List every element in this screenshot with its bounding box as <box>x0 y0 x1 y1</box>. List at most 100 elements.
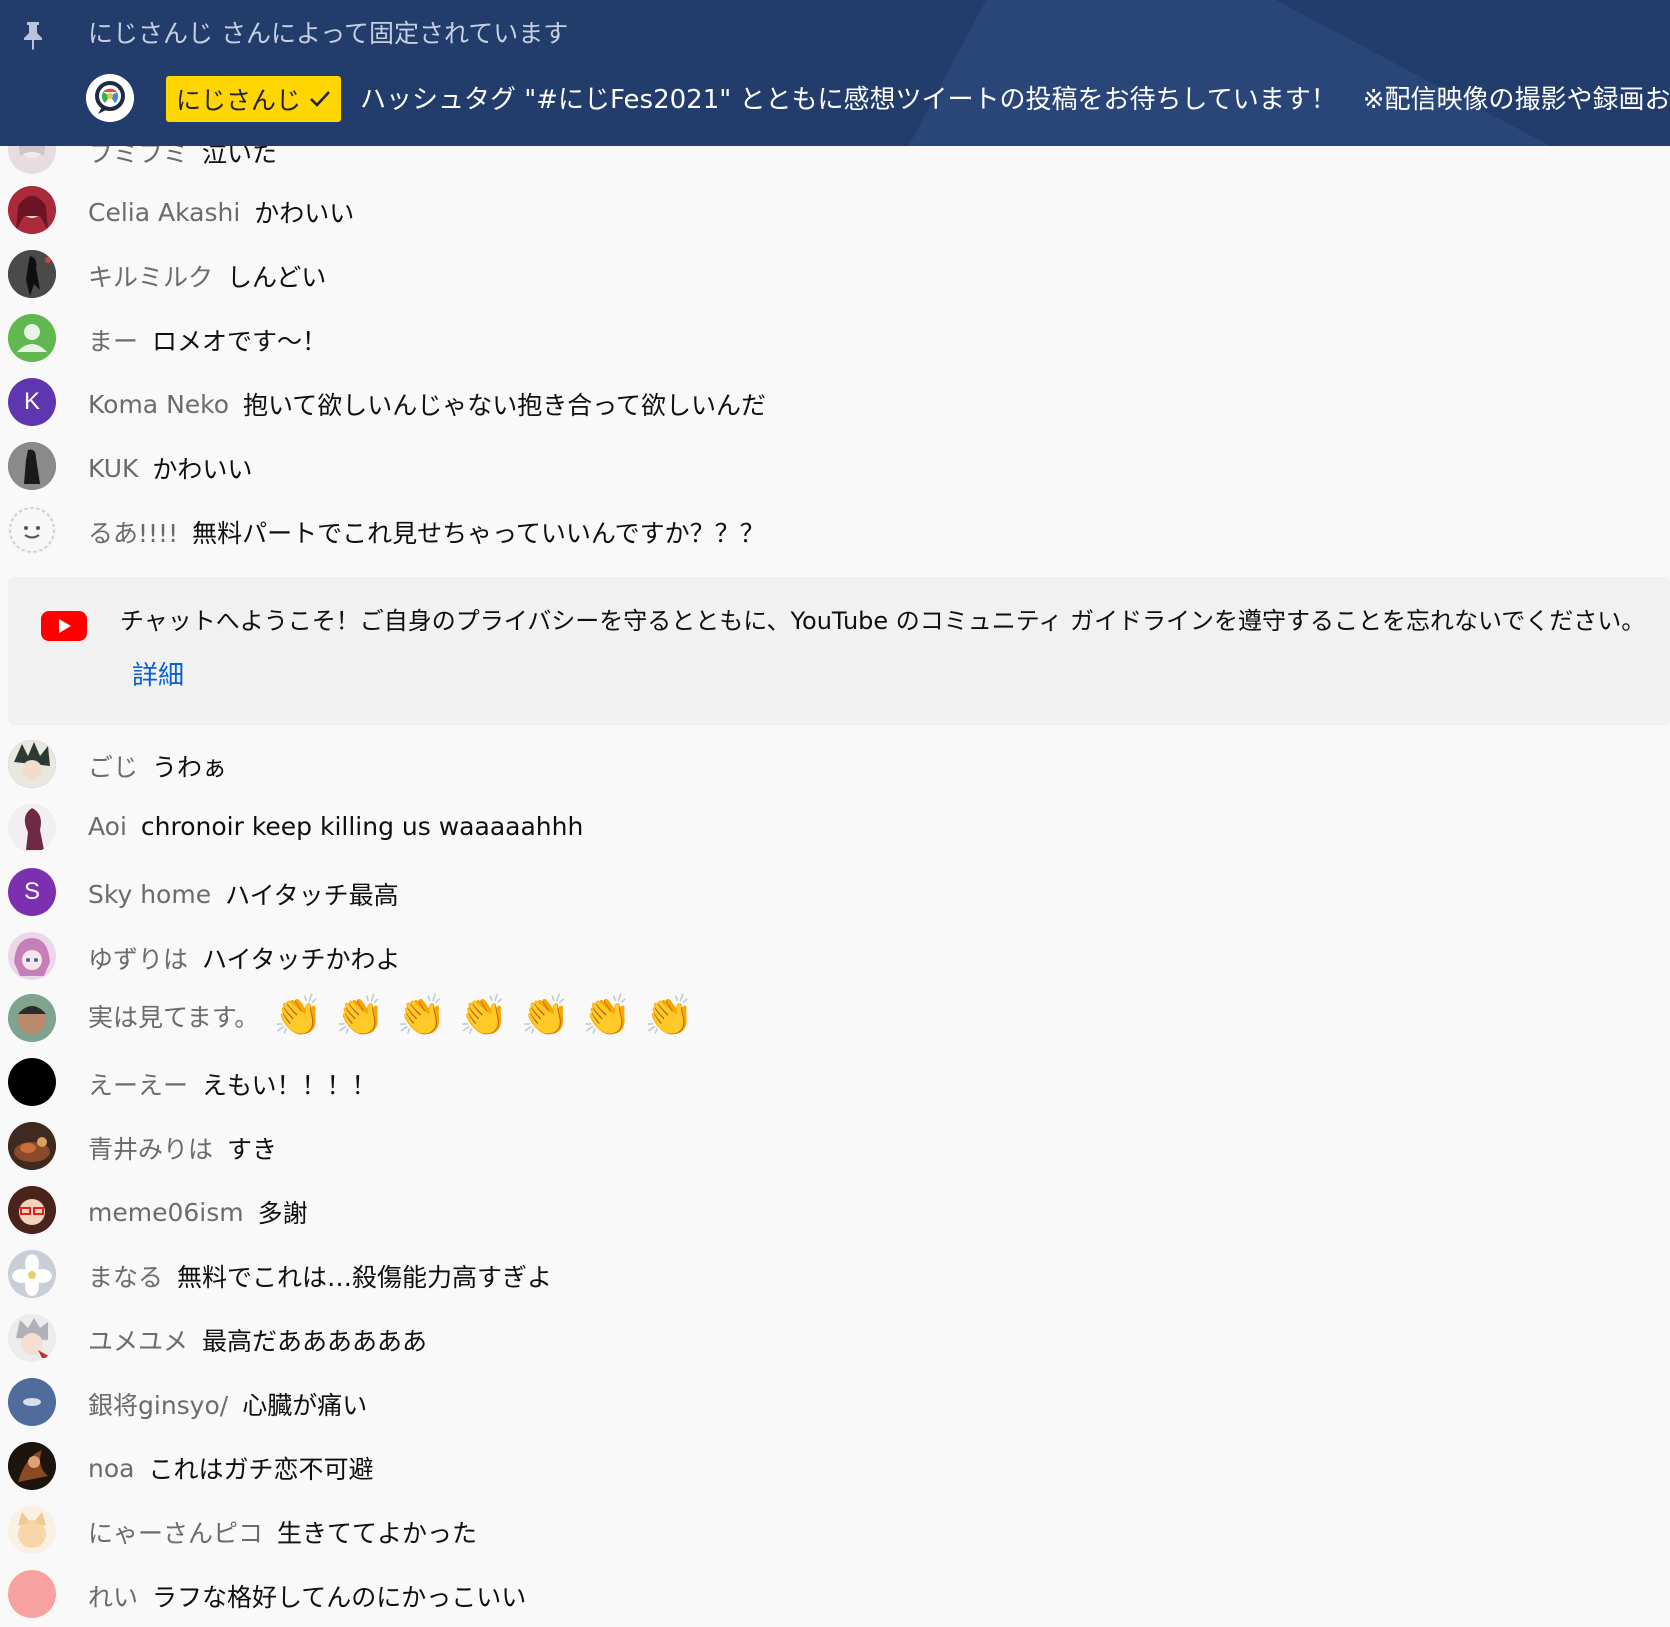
chat-message[interactable]: れい ラフな格好してんのにかっこいい <box>0 1566 1670 1622</box>
chat-message[interactable]: 銀将ginsyo/ 心臓が痛い <box>0 1374 1670 1430</box>
chat-author[interactable]: 銀将ginsyo/ <box>88 1386 228 1422</box>
welcome-text: チャットへようこそ！ご自身のプライバシーを守るとともに、YouTube のコミュ… <box>120 607 1646 635</box>
chat-message[interactable]: Aoi chronoir keep killing us waaaaahhh <box>0 800 1670 856</box>
avatar[interactable] <box>8 1058 56 1106</box>
chat-text: 無料パートでこれ見せちゃっていいんですか？？？ <box>192 519 765 548</box>
chat-author[interactable]: Celia Akashi <box>88 198 240 227</box>
chat-text: かわいい <box>152 455 253 484</box>
clapping-hands-emoji: 👏 <box>582 993 633 1039</box>
chat-author[interactable]: まー <box>88 322 138 358</box>
chat-message[interactable]: キルミルク しんどい <box>0 246 1670 302</box>
avatar[interactable] <box>8 1314 56 1362</box>
chat-author[interactable]: れい <box>88 1578 138 1614</box>
chat-text: 多謝 <box>257 1199 308 1228</box>
avatar[interactable]: K <box>8 378 56 426</box>
chat-text: すき <box>227 1135 278 1164</box>
chat-author[interactable]: まなる <box>88 1258 163 1294</box>
chat-text: ハイタッチ最高 <box>225 881 399 910</box>
chat-text: これはガチ恋不可避 <box>148 1455 374 1484</box>
avatar[interactable] <box>8 314 56 362</box>
chat-text: 無料でこれは…殺傷能力高すぎよ <box>177 1263 553 1292</box>
pinned-message-text: ハッシュタグ "#にじFes2021" とともに感想ツイートの投稿をお待ちしてい… <box>360 85 1670 115</box>
avatar[interactable] <box>8 932 56 980</box>
chat-message[interactable]: まなる 無料でこれは…殺傷能力高すぎよ <box>0 1246 1670 1302</box>
banner-decoration <box>852 0 1670 146</box>
chat-welcome-banner: チャットへようこそ！ご自身のプライバシーを守るとともに、YouTube のコミュ… <box>8 577 1670 725</box>
chat-message[interactable]: まー ロメオです～！ <box>0 310 1670 366</box>
avatar[interactable] <box>8 1186 56 1234</box>
chat-author[interactable]: noa <box>88 1454 134 1483</box>
chat-author[interactable]: にゃーさんピコ <box>88 1514 263 1550</box>
avatar[interactable] <box>8 1378 56 1426</box>
chat-message[interactable]: S Sky home ハイタッチ最高 <box>0 864 1670 920</box>
avatar[interactable] <box>8 1122 56 1170</box>
avatar[interactable] <box>8 442 56 490</box>
avatar[interactable]: S <box>8 868 56 916</box>
chat-text: ラフな格好してんのにかっこいい <box>152 1583 527 1612</box>
chat-text: しんどい <box>227 263 327 292</box>
chat-text: 抱いて欲しいんじゃない抱き合って欲しいんだ <box>243 391 767 420</box>
chat-message[interactable]: noa これはガチ恋不可避 <box>0 1438 1670 1494</box>
chat-author[interactable]: Sky home <box>88 880 211 909</box>
avatar[interactable] <box>8 250 56 298</box>
chat-author[interactable]: meme06ism <box>88 1198 244 1227</box>
chat-message[interactable]: meme06ism 多謝 <box>0 1182 1670 1238</box>
avatar[interactable] <box>8 1506 56 1554</box>
chat-author[interactable]: ゆずりは <box>88 940 188 976</box>
clapping-hands-emoji: 👏 <box>644 993 694 1039</box>
chat-message[interactable]: るあ!!!! 無料パートでこれ見せちゃっていいんですか？？？ <box>0 502 1670 558</box>
chat-message[interactable]: 実は見てます。 👏 👏 👏 👏 👏 👏 👏 <box>0 990 1670 1046</box>
avatar[interactable] <box>8 506 56 554</box>
avatar[interactable] <box>8 1442 56 1490</box>
chat-text: 最高だああああああ <box>202 1327 428 1356</box>
avatar-letter: S <box>23 878 40 905</box>
chat-text: えもい！！！！ <box>202 1071 377 1100</box>
owner-author-badge[interactable]: にじさんじ <box>166 76 342 122</box>
chat-message[interactable]: K Koma Neko 抱いて欲しいんじゃない抱き合って欲しいんだ <box>0 374 1670 430</box>
chat-message[interactable]: Celia Akashi かわいい <box>0 182 1670 238</box>
chat-text: うわぁ <box>152 753 228 782</box>
pin-icon <box>24 22 42 50</box>
avatar[interactable] <box>8 186 56 234</box>
chat-author[interactable]: ごじ <box>88 748 138 784</box>
chat-text: ハイタッチかわよ <box>202 945 401 974</box>
youtube-logo-icon <box>41 611 87 641</box>
chat-text: chronoir keep killing us waaaaahhh <box>140 812 584 841</box>
avatar[interactable] <box>8 740 56 788</box>
chat-message[interactable]: ゆずりは ハイタッチかわよ <box>0 928 1670 984</box>
chat-message[interactable]: ごじ うわぁ <box>0 736 1670 792</box>
chat-text: 生きててよかった <box>277 1519 478 1548</box>
chat-text: かわいい <box>254 199 355 228</box>
pinned-by-label: にじさんじ さんによって固定されています <box>88 19 569 48</box>
chat-author[interactable]: るあ!!!! <box>88 514 178 550</box>
chat-text: 心臓が痛い <box>242 1391 368 1420</box>
chat-author[interactable]: 青井みりは <box>88 1130 213 1166</box>
clapping-hands-emoji: 👏 <box>335 993 385 1039</box>
chat-message[interactable]: KUK かわいい <box>0 438 1670 494</box>
chat-author[interactable]: Aoi <box>88 812 127 841</box>
verified-check-icon <box>310 91 330 107</box>
avatar[interactable] <box>8 1250 56 1298</box>
clapping-hands-emoji: 👏 <box>458 993 509 1039</box>
chat-message[interactable]: ユメユメ 最高だああああああ <box>0 1310 1670 1366</box>
owner-author-name: にじさんじ <box>176 86 302 115</box>
learn-more-link[interactable]: 詳細 <box>132 655 184 692</box>
chat-author[interactable]: 実は見てます。 <box>88 998 259 1034</box>
clapping-hands-emoji: 👏 <box>520 993 571 1039</box>
pinned-message-banner[interactable]: にじさんじ さんによって固定されています にじさんじ ハッシュタグ "#にじFe… <box>0 0 1670 146</box>
channel-avatar[interactable] <box>86 74 134 122</box>
clapping-hands-emoji: 👏 <box>396 993 447 1039</box>
chat-message[interactable]: 青井みりは すき <box>0 1118 1670 1174</box>
avatar[interactable] <box>8 994 56 1042</box>
avatar[interactable] <box>8 1570 56 1618</box>
chat-message[interactable]: にゃーさんピコ 生きててよかった <box>0 1502 1670 1558</box>
chat-author[interactable]: Koma Neko <box>88 390 229 419</box>
avatar-letter: K <box>23 388 40 415</box>
avatar[interactable] <box>8 804 56 852</box>
chat-author[interactable]: ユメユメ <box>88 1322 188 1358</box>
chat-author[interactable]: えーえー <box>88 1066 188 1102</box>
chat-author[interactable]: キルミルク <box>88 258 213 294</box>
chat-text: ロメオです～！ <box>152 327 328 356</box>
chat-message[interactable]: えーえー えもい！！！！ <box>0 1054 1670 1110</box>
chat-author[interactable]: KUK <box>88 454 138 483</box>
